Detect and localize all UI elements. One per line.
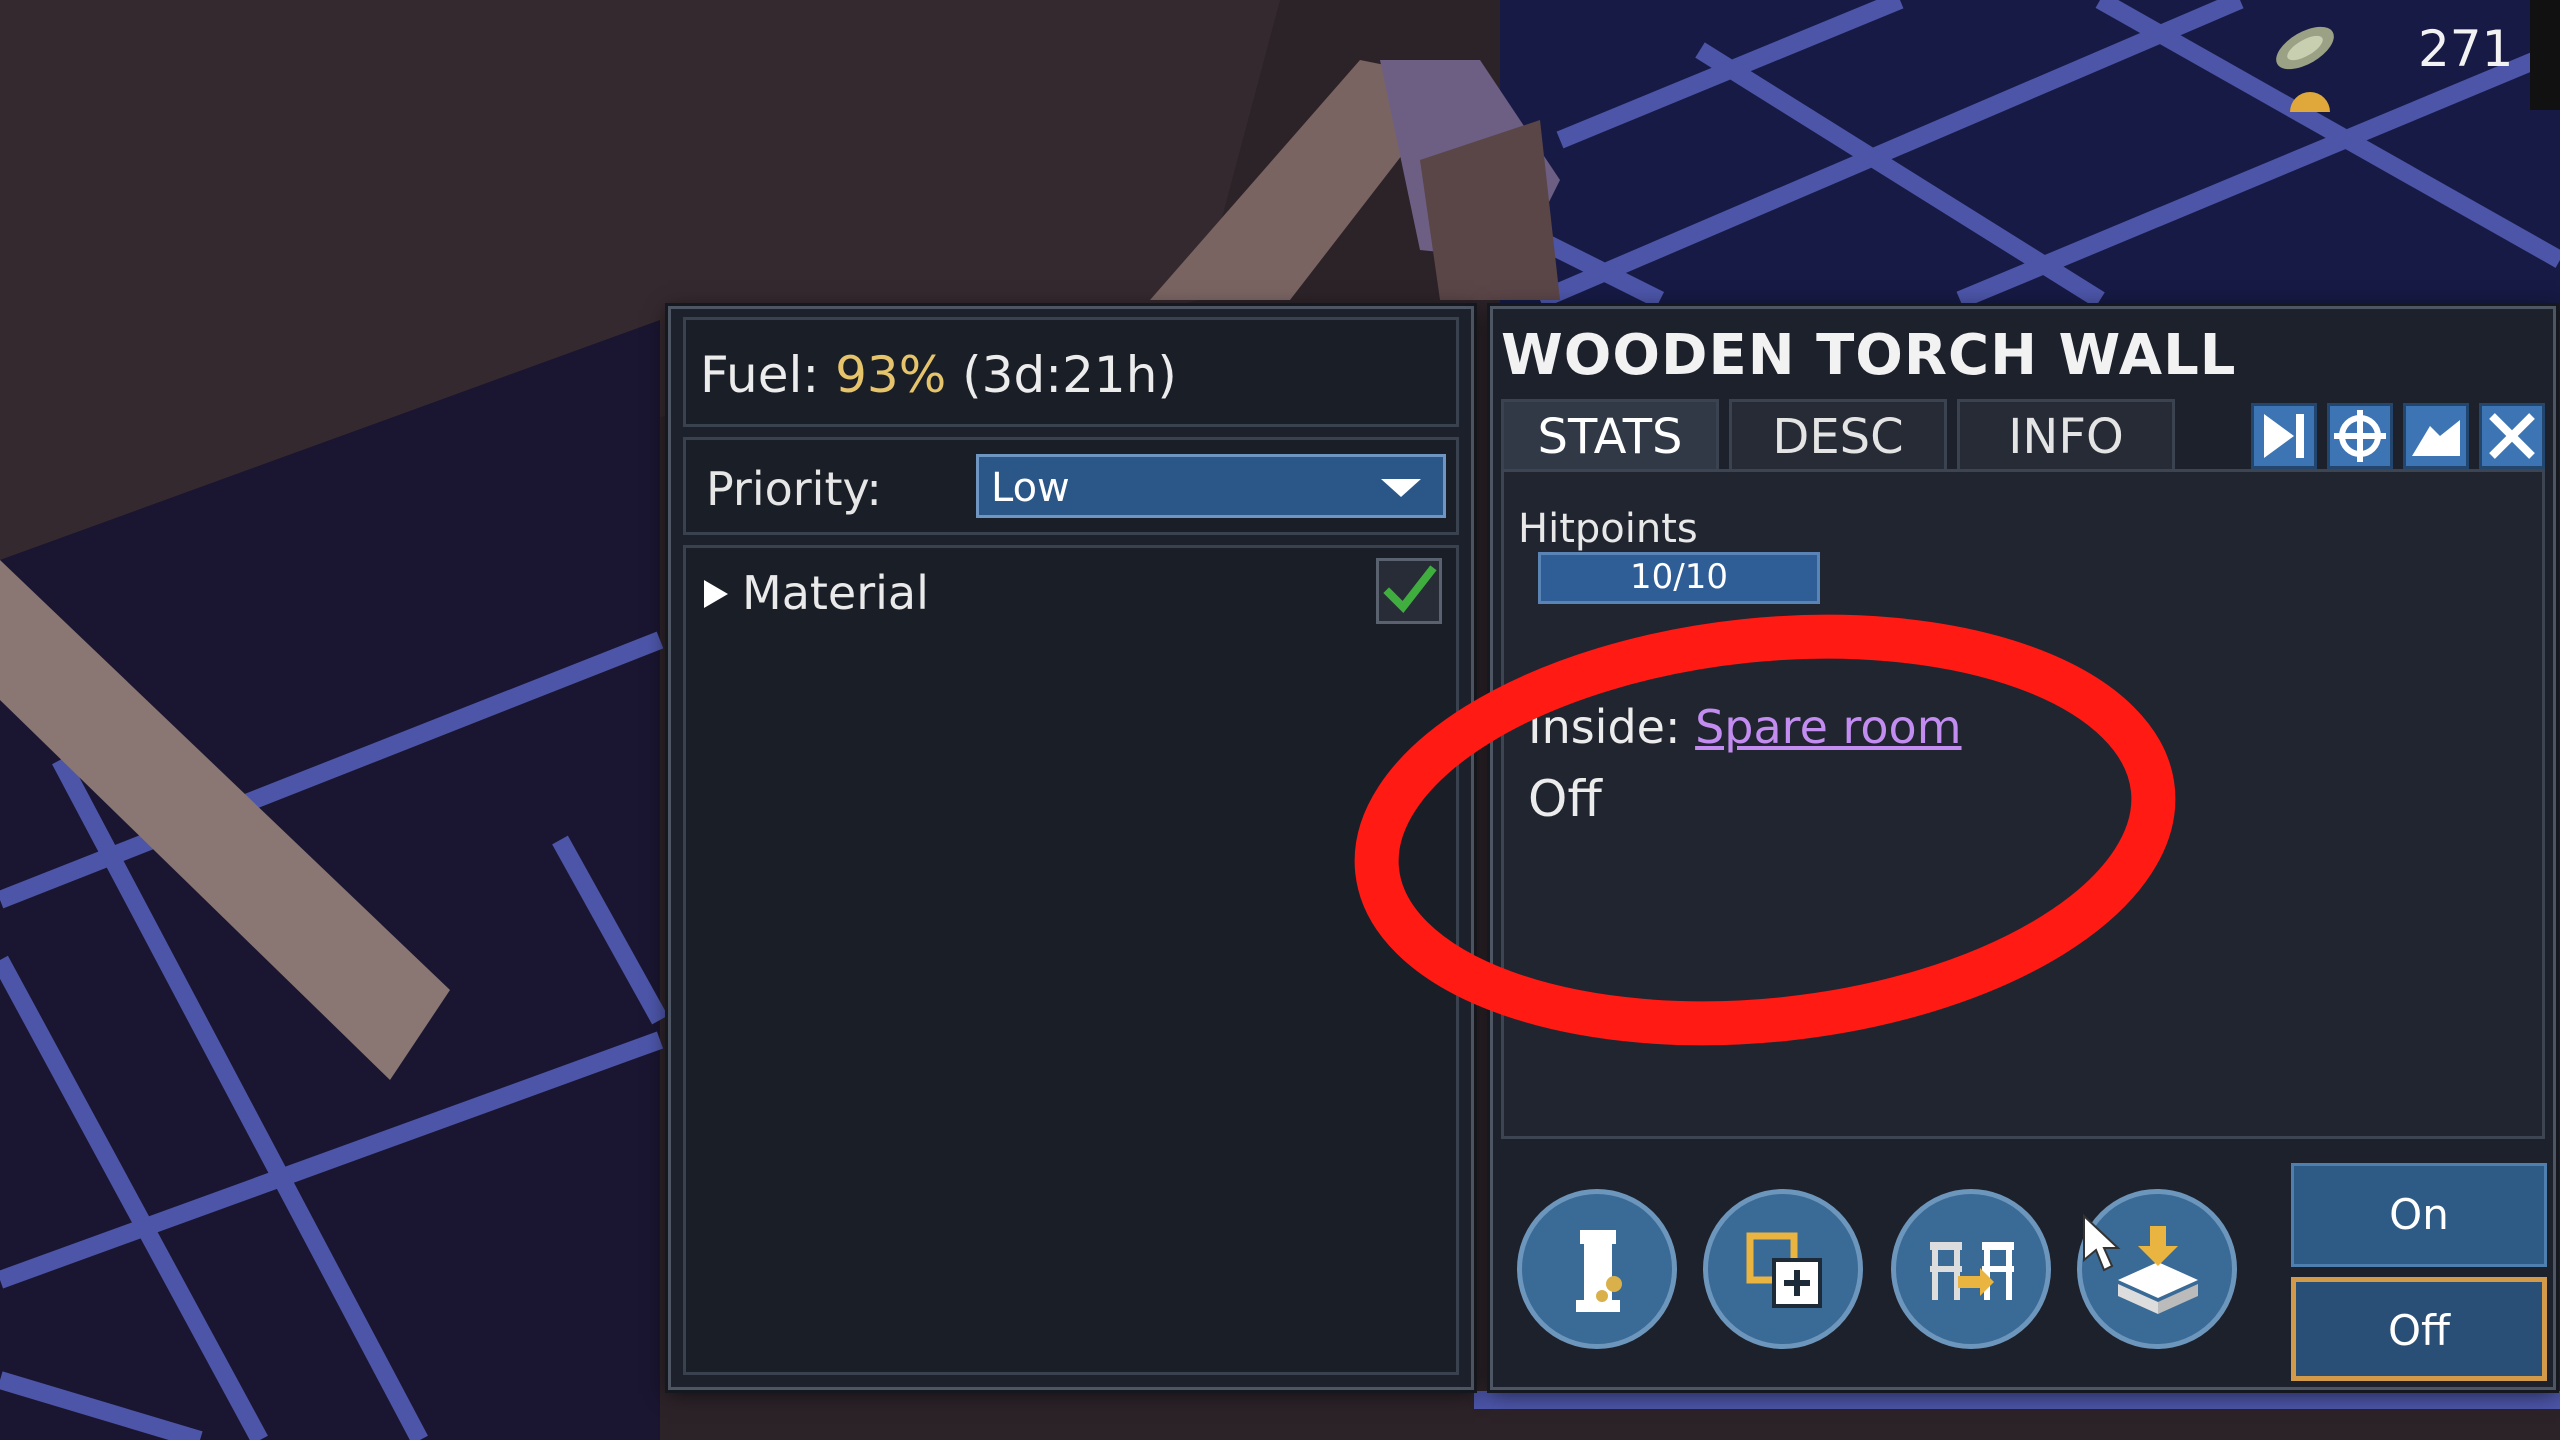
close-button[interactable] bbox=[2479, 403, 2545, 469]
move-furniture-icon bbox=[1930, 1242, 2014, 1300]
copy-icon bbox=[1746, 1232, 1822, 1308]
expand-triangle-icon[interactable] bbox=[704, 580, 728, 608]
hitpoints-label: Hitpoints bbox=[1518, 506, 1698, 552]
on-button[interactable]: On bbox=[2291, 1163, 2547, 1267]
fuel-label: Fuel: bbox=[700, 346, 820, 404]
priority-row: Priority: Low bbox=[683, 437, 1459, 535]
deconstruct-icon bbox=[1576, 1230, 1622, 1312]
locate-button[interactable] bbox=[2327, 403, 2393, 469]
next-icon bbox=[2264, 414, 2304, 458]
screen-edge bbox=[2530, 0, 2560, 110]
object-title: WOODEN TORCH WALL bbox=[1501, 323, 2237, 388]
priority-dropdown[interactable]: Low bbox=[976, 454, 1446, 518]
fuel-row: Fuel: 93% (3d:21h) bbox=[683, 317, 1459, 427]
move-furniture-button[interactable] bbox=[1891, 1189, 2051, 1349]
off-button[interactable]: Off bbox=[2291, 1277, 2547, 1381]
fuel-percent: 93% bbox=[835, 346, 947, 404]
install-icon bbox=[2118, 1226, 2198, 1314]
wood-bundle-icon bbox=[2276, 26, 2334, 70]
locate-icon bbox=[2334, 410, 2386, 462]
expand-button[interactable] bbox=[2403, 403, 2469, 469]
close-icon bbox=[2489, 413, 2535, 459]
red-highlight-circle bbox=[1354, 614, 2176, 1046]
tab-stats[interactable]: STATS bbox=[1501, 399, 1719, 475]
fuel-time: (3d:21h) bbox=[962, 346, 1177, 404]
material-label[interactable]: Material bbox=[742, 566, 929, 620]
expand-icon bbox=[2412, 420, 2460, 456]
deconstruct-button[interactable] bbox=[1517, 1189, 1677, 1349]
chevron-down-icon bbox=[1381, 479, 1421, 497]
fuel-readout: Fuel: 93% (3d:21h) bbox=[700, 346, 1177, 404]
priority-label: Priority: bbox=[706, 462, 882, 516]
tab-info[interactable]: INFO bbox=[1957, 399, 2175, 475]
resource-count: 271 bbox=[2418, 20, 2514, 78]
mouse-cursor-icon bbox=[2083, 1214, 2121, 1272]
copy-button[interactable] bbox=[1703, 1189, 1863, 1349]
priority-value: Low bbox=[991, 465, 1070, 511]
next-object-button[interactable] bbox=[2251, 403, 2317, 469]
tab-desc[interactable]: DESC bbox=[1729, 399, 1947, 475]
